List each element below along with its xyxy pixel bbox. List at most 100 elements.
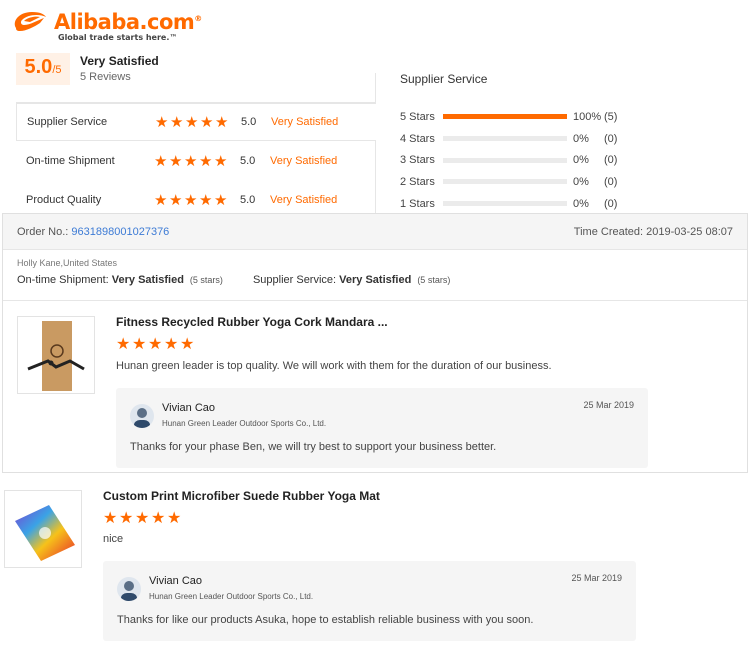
distribution-percent: 0% xyxy=(573,154,589,167)
product-title[interactable]: Fitness Recycled Rubber Yoga Cork Mandar… xyxy=(116,315,388,329)
distribution-row[interactable]: 5 Stars 100% (5) xyxy=(400,106,740,128)
shipment-value: Very Satisfied xyxy=(111,274,184,286)
reply-date: 25 Mar 2019 xyxy=(583,400,634,410)
reviews-count[interactable]: 5 Reviews xyxy=(80,71,131,83)
service-label: Supplier Service: xyxy=(252,274,337,286)
star-icon: ★ xyxy=(184,152,198,170)
rating-value: 5.0 xyxy=(241,116,257,128)
star-icon: ★ xyxy=(135,508,150,527)
distribution-label: 5 Stars xyxy=(400,110,435,123)
rating-stars: ★ ★ ★ ★ ★ xyxy=(154,191,228,209)
rating-row-supplier-service[interactable]: Supplier Service ★ ★ ★ ★ ★ 5.0 Very Satisfie… xyxy=(16,103,376,141)
avatar xyxy=(130,404,154,428)
avatar xyxy=(117,577,141,601)
star-icon: ★ xyxy=(214,191,228,209)
cork-yoga-mat-image xyxy=(18,317,94,393)
supplier-reply: Vivian Cao Hunan Green Leader Outdoor Sp… xyxy=(116,388,648,468)
alibaba-logo[interactable]: Alibaba.com® Global trade starts here.™ xyxy=(10,8,202,43)
review-text: Hunan green leader is top quality. We wi… xyxy=(116,360,552,372)
star-icon: ★ xyxy=(170,113,184,131)
star-icon: ★ xyxy=(154,191,168,209)
rating-desc: Very Satisfied xyxy=(271,116,339,128)
star-icon: ★ xyxy=(103,508,118,527)
distribution-count: (0) xyxy=(604,154,618,167)
star-icon: ★ xyxy=(184,191,198,209)
rating-value: 5.0 xyxy=(240,194,256,206)
rating-stars: ★ ★ ★ ★ ★ xyxy=(155,113,229,131)
rating-distribution: Supplier Service 5 Stars 100% (5) 4 Stars 0%… xyxy=(400,72,740,214)
reply-company: Hunan Green Leader Outdoor Sports Co., L… xyxy=(149,592,314,601)
distribution-percent: 0% xyxy=(573,175,589,188)
order-review-card: Order No.: 9631898001027376 Time Created… xyxy=(2,213,748,473)
order-header: Order No.: 9631898001027376 Time Created… xyxy=(3,214,747,250)
distribution-bar-fill xyxy=(443,114,567,120)
ratings-panel: Supplier Service ★ ★ ★ ★ ★ 5.0 Very Satisfie… xyxy=(16,73,376,215)
brand-name: Alibaba.com xyxy=(54,10,195,34)
star-icon: ★ xyxy=(215,113,229,131)
reply-company: Hunan Green Leader Outdoor Sports Co., L… xyxy=(162,419,327,428)
order-number-group: Order No.: 9631898001027376 xyxy=(17,226,169,238)
distribution-bar xyxy=(443,136,567,142)
reply-date: 25 Mar 2019 xyxy=(571,573,622,583)
distribution-row[interactable]: 1 Stars 0% (0) xyxy=(400,193,740,215)
shipment-stars: (5 stars) xyxy=(189,275,223,285)
order-time-group: Time Created: 2019-03-25 08:07 xyxy=(574,226,733,238)
distribution-percent: 0% xyxy=(573,132,589,145)
rating-desc: Very Satisfied xyxy=(270,194,338,206)
reply-text: Thanks for like our products Asuka, hope… xyxy=(117,614,534,626)
score-value: 5.0 xyxy=(24,56,53,78)
reply-text: Thanks for your phase Ben, we will try b… xyxy=(130,441,497,453)
printed-yoga-mat-image xyxy=(5,491,81,567)
product-thumbnail[interactable] xyxy=(4,490,82,568)
buyer-ratings: On-time Shipment: Very Satisfied (5 stars… xyxy=(3,268,747,296)
star-icon: ★ xyxy=(185,113,199,131)
star-icon: ★ xyxy=(119,508,134,527)
star-icon: ★ xyxy=(169,152,183,170)
distribution-count: (0) xyxy=(604,132,618,145)
distribution-row[interactable]: 4 Stars 0% (0) xyxy=(400,128,740,150)
star-icon: ★ xyxy=(155,113,169,131)
review-stars: ★ ★ ★ ★ ★ xyxy=(103,508,182,527)
star-icon: ★ xyxy=(200,113,214,131)
brand-tagline: Global trade starts here.™ xyxy=(58,33,178,42)
distribution-percent: 0% xyxy=(573,197,589,210)
distribution-percent: 100% xyxy=(573,110,602,123)
star-icon: ★ xyxy=(180,334,195,353)
distribution-bar xyxy=(443,114,567,120)
distribution-row[interactable]: 2 Stars 0% (0) xyxy=(400,171,740,193)
distribution-count: (0) xyxy=(604,197,618,210)
product-title[interactable]: Custom Print Microfiber Suede Rubber Yog… xyxy=(103,489,380,503)
order-time-label: Time Created: xyxy=(573,225,644,238)
divider xyxy=(3,300,747,301)
buyer-shipment-rating: On-time Shipment: Very Satisfied (5 stars… xyxy=(17,274,223,296)
supplier-reply: Vivian Cao Hunan Green Leader Outdoor Sp… xyxy=(103,561,636,641)
product-thumbnail[interactable] xyxy=(17,316,95,394)
star-icon: ★ xyxy=(199,191,213,209)
star-icon: ★ xyxy=(132,334,147,353)
reply-author: Vivian Cao xyxy=(162,402,215,414)
order-number-label: Order No.: xyxy=(17,225,69,238)
registered-mark: ® xyxy=(194,14,202,23)
star-icon: ★ xyxy=(167,508,182,527)
rating-stars: ★ ★ ★ ★ ★ xyxy=(154,152,228,170)
rating-row-on-time-shipment[interactable]: On-time Shipment ★ ★ ★ ★ ★ 5.0 Very Satisfie… xyxy=(16,142,376,180)
distribution-count: (5) xyxy=(604,110,618,123)
reply-author: Vivian Cao xyxy=(149,575,202,587)
distribution-count: (0) xyxy=(604,175,618,188)
distribution-row[interactable]: 3 Stars 0% (0) xyxy=(400,149,740,171)
distribution-label: 4 Stars xyxy=(400,132,435,145)
star-icon: ★ xyxy=(169,191,183,209)
order-time: 2019-03-25 08:07 xyxy=(646,225,733,238)
star-icon: ★ xyxy=(148,334,163,353)
distribution-title: Supplier Service xyxy=(400,72,488,86)
buyer-info: Holly Kane,United States xyxy=(17,258,118,268)
distribution-bar xyxy=(443,201,567,207)
service-stars: (5 stars) xyxy=(417,275,451,285)
order-number-link[interactable]: 9631898001027376 xyxy=(71,226,169,238)
shipment-label: On-time Shipment: xyxy=(17,274,109,286)
star-icon: ★ xyxy=(116,334,131,353)
star-icon: ★ xyxy=(164,334,179,353)
overall-score: 5.0 /5 xyxy=(16,53,70,85)
overall-satisfaction: Very Satisfied xyxy=(80,54,159,68)
alibaba-logo-icon xyxy=(14,12,46,31)
